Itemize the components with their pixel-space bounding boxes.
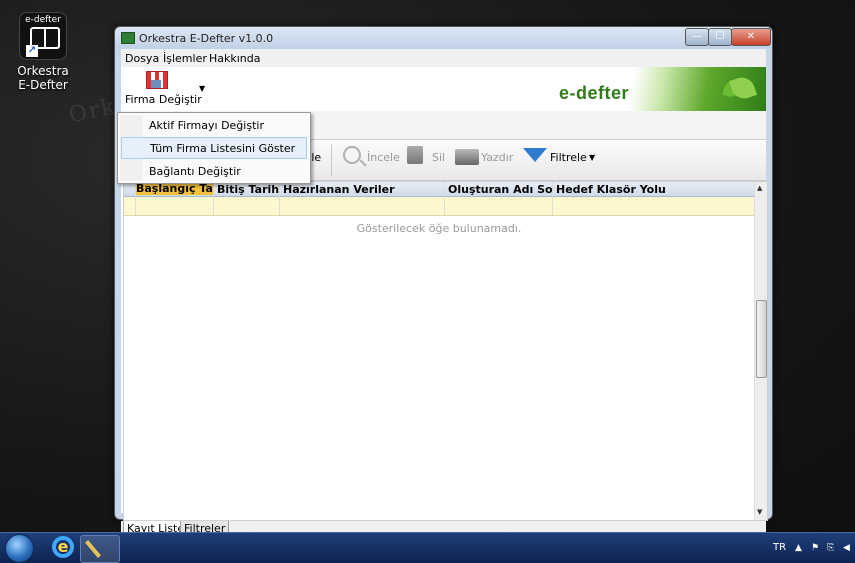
brand-banner: e-defter <box>551 67 766 111</box>
shortcut-label-line2: E-Defter <box>18 78 68 92</box>
menu-item-label: Aktif Firmayı Değiştir <box>149 119 264 132</box>
column-divider <box>444 182 445 215</box>
minimize-button[interactable]: — <box>685 28 709 46</box>
ribbon: Firma Değiştir ▼ e-defter <box>121 67 766 112</box>
empty-message: Gösterilecek öğe bulunamadı. <box>356 222 522 235</box>
printer-icon <box>455 149 479 165</box>
book-icon: e-defter ↗ <box>19 12 67 60</box>
start-button[interactable] <box>5 534 34 563</box>
leaf-icon <box>728 73 758 103</box>
chevron-up-icon[interactable]: ▲ <box>795 543 802 553</box>
sil-button[interactable]: Sil <box>432 151 445 164</box>
scrollbar-thumb[interactable] <box>756 300 767 378</box>
filtrele-button[interactable]: Filtrele <box>550 151 587 164</box>
window-title: Orkestra E-Defter v1.0.0 <box>139 32 274 45</box>
close-button[interactable]: ✕ <box>731 28 771 46</box>
records-grid: Başlangıç Ta... Bitiş Tarihi Hazırlanan … <box>123 181 768 521</box>
brand-logo-text: e-defter <box>559 83 630 103</box>
flag-icon[interactable]: ⚑ <box>811 543 819 553</box>
funnel-icon <box>523 148 547 162</box>
firma-degistir-button[interactable]: Firma Değiştir <box>125 71 202 109</box>
speaker-icon[interactable]: ◀ <box>843 543 850 553</box>
column-divider <box>213 182 214 215</box>
app-window: Orkestra E-Defter v1.0.0 — ☐ ✕ Dosya İşl… <box>114 26 773 541</box>
yazdir-button[interactable]: Yazdır <box>481 151 513 164</box>
grid-filter-row[interactable] <box>124 197 754 216</box>
incele-button[interactable]: İncele <box>367 151 400 164</box>
trash-icon <box>407 146 423 164</box>
shortcut-arrow-icon: ↗ <box>26 45 38 57</box>
network-icon[interactable]: ⎘ <box>827 543 834 553</box>
grid-header: Başlangıç Ta... Bitiş Tarihi Hazırlanan … <box>124 182 754 197</box>
menu-dosya[interactable]: Dosya <box>125 52 159 65</box>
title-bar[interactable]: Orkestra E-Defter v1.0.0 — ☐ ✕ <box>115 27 772 49</box>
column-hedef-klasor[interactable]: Hedef Klasör Yolu <box>556 183 746 196</box>
column-divider <box>135 182 136 215</box>
chevron-down-icon[interactable]: ▼ <box>199 84 205 93</box>
column-olusturan[interactable]: Oluşturan Adı Soyadı <box>448 183 552 196</box>
vertical-scrollbar[interactable]: ▲ ▼ <box>754 182 767 520</box>
app-icon <box>121 32 135 44</box>
store-icon <box>146 71 168 89</box>
menu-bar: Dosya İşlemler Hakkında <box>121 49 766 68</box>
chevron-down-icon[interactable]: ▼ <box>589 153 595 162</box>
shortcut-label-line1: Orkestra <box>17 64 69 78</box>
column-divider <box>552 182 553 215</box>
menu-item-label: Tüm Firma Listesini Göster <box>150 142 296 155</box>
desktop-shortcut-orkestra[interactable]: e-defter ↗ Orkestra E-Defter <box>14 12 72 92</box>
firma-dropdown-menu: Aktif Firmayı Değiştir Tüm Firma Listesi… <box>117 112 311 184</box>
menu-item-baglanti-degistir[interactable]: Bağlantı Değiştir <box>121 161 305 181</box>
menu-item-tum-firma-listesini-goster[interactable]: Tüm Firma Listesini Göster <box>121 137 307 159</box>
column-bitis-tarihi[interactable]: Bitiş Tarihi <box>217 183 279 196</box>
scroll-down-icon[interactable]: ▼ <box>757 508 762 516</box>
menu-item-aktif-firmayi-degistir[interactable]: Aktif Firmayı Değiştir <box>121 115 305 135</box>
magnifier-icon <box>343 146 361 164</box>
scroll-up-icon[interactable]: ▲ <box>757 184 762 192</box>
column-hazirlanan-veriler[interactable]: Hazırlanan Veriler <box>283 183 443 196</box>
icon-caption: e-defter <box>25 15 61 25</box>
taskbar: e TR ▲ ⚑ ⎘ ◀ <box>0 532 855 563</box>
internet-explorer-icon[interactable]: e <box>52 536 74 558</box>
menu-item-label: Bağlantı Değiştir <box>149 165 241 178</box>
maximize-button[interactable]: ☐ <box>708 28 732 46</box>
firma-degistir-label: Firma Değiştir <box>125 93 202 106</box>
menu-islemler[interactable]: İşlemler <box>163 52 207 65</box>
taskbar-app-button[interactable] <box>80 535 120 563</box>
language-indicator[interactable]: TR <box>773 542 786 553</box>
menu-hakkinda[interactable]: Hakkında <box>209 52 261 65</box>
column-divider <box>279 182 280 215</box>
pencil-icon <box>85 540 101 558</box>
toolbar-separator <box>331 144 332 176</box>
